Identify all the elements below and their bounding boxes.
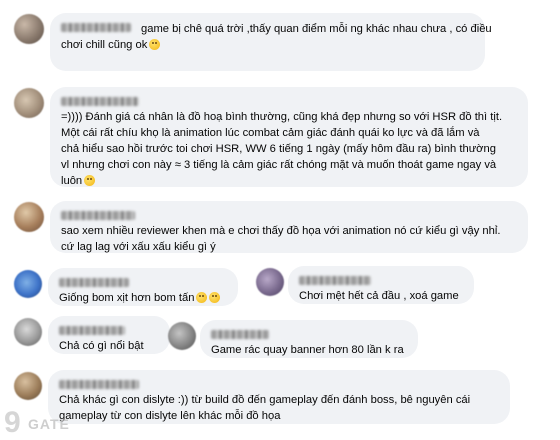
commenter-name[interactable]	[61, 20, 474, 32]
commenter-name[interactable]	[211, 327, 407, 339]
comment-text-line: Chả khác gì con dislyte :)) từ build đồ …	[59, 394, 471, 406]
comment-bubble: sao xem nhiều reviewer khen mà e chơi th…	[50, 201, 528, 253]
comment-bubble: Game rác quay banner hơn 80 lần k ra	[200, 320, 418, 358]
commenter-avatar[interactable]	[168, 322, 196, 350]
smile-emoji-icon	[149, 39, 161, 50]
comment-text-line: Một cái rất chíu khọ là animation lúc co…	[61, 127, 480, 139]
laugh-emoji-icon	[209, 292, 221, 303]
commenter-avatar[interactable]	[14, 318, 42, 346]
comment-bubble: Chả có gì nổi bật	[48, 316, 170, 354]
commenter-name[interactable]	[61, 94, 517, 106]
commenter-avatar[interactable]	[14, 14, 44, 44]
comment-text-line: chơi chill cũng ok	[61, 39, 148, 51]
comment-bubble: Chả khác gì con dislyte :)) từ build đồ …	[48, 370, 510, 424]
comment-bubble: =)))) Đánh giá cá nhân là đồ hoạ bình th…	[50, 87, 528, 187]
comment-text-line: vl nhưng chơi con này ≈ 3 tiếng là cảm g…	[61, 159, 497, 171]
commenter-name[interactable]	[299, 273, 463, 285]
watermark-text: GATE	[28, 416, 70, 432]
dizzy-emoji-icon	[84, 175, 96, 186]
comment-bubble: Chơi mệt hết cả đầu , xoá game	[288, 266, 474, 304]
comment-text-line: gameplay từ con dislyte lên khác mỗi đồ …	[59, 410, 281, 422]
comment-text-line: Giống bom xịt hơn bom tấn	[59, 292, 195, 304]
comment-text-line: chả hiểu sao hồi trước toi chơi HSR, WW …	[61, 143, 496, 155]
commenter-name[interactable]	[59, 377, 499, 389]
commenter-avatar[interactable]	[14, 88, 44, 118]
commenter-name[interactable]	[61, 208, 517, 220]
comment-text-line: cứ lag lag với xấu xấu kiểu gì ý	[61, 241, 216, 253]
comment-bubble: Giống bom xịt hơn bom tấn	[48, 268, 238, 306]
comment-bubble: game bị chê quá trời ,thấy quan điểm mỗi…	[50, 13, 492, 71]
comment-text-line: Chả có gì nổi bật	[59, 340, 144, 352]
commenter-avatar[interactable]	[14, 372, 42, 400]
commenter-name[interactable]	[59, 275, 227, 287]
comment-text-line: sao xem nhiều reviewer khen mà e chơi th…	[61, 225, 501, 237]
comment-text-line: Game rác quay banner hơn 80 lần k ra	[211, 344, 404, 356]
commenter-avatar[interactable]	[14, 270, 42, 298]
commenter-name[interactable]	[59, 323, 159, 335]
comment-text-line: luôn	[61, 175, 83, 187]
laugh-emoji-icon	[196, 292, 208, 303]
commenter-avatar[interactable]	[256, 268, 284, 296]
commenter-avatar[interactable]	[14, 202, 44, 232]
comment-text-line: Chơi mệt hết cả đầu , xoá game	[299, 290, 459, 302]
site-watermark-logo: 9 GATE	[4, 406, 114, 439]
watermark-mark: 9	[4, 406, 21, 439]
comment-text-line: =)))) Đánh giá cá nhân là đồ hoạ bình th…	[61, 111, 503, 123]
